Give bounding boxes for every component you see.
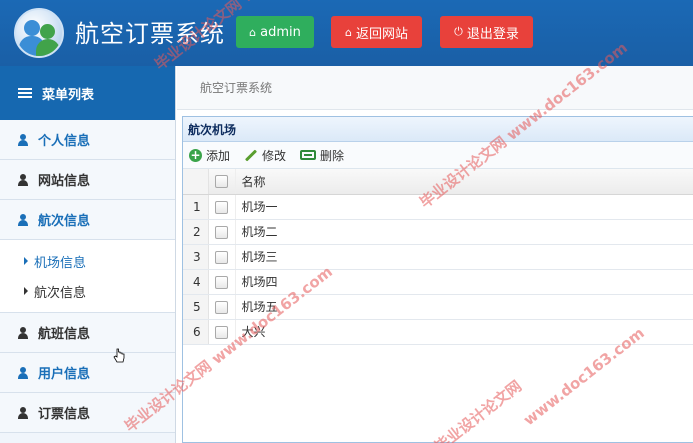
home-icon: ⌂ [345, 25, 352, 39]
sidebar-item-label: 订票信息 [38, 407, 91, 422]
site-title: 航空订票系统 [75, 20, 225, 48]
column-header-name[interactable]: 名称 [235, 169, 693, 195]
select-all-checkbox[interactable] [215, 175, 228, 189]
sidebar-item-label: 航次信息 [38, 214, 91, 229]
sidebar-item-site[interactable]: 网站信息 [0, 160, 175, 200]
breadcrumb: 航空订票系统 [177, 66, 693, 110]
row-name: 大兴 [235, 319, 693, 345]
sidebar-item-label: 网站信息 [38, 174, 91, 189]
row-checkbox[interactable] [215, 275, 228, 289]
menu-heading-label: 菜单列表 [42, 87, 95, 103]
pencil-icon [245, 148, 258, 162]
select-all-checkbox-cell [208, 169, 236, 195]
top-header: 航空订票系统 ⌂ admin ⌂ 返回网站 ⏻ 退出登录 [0, 0, 693, 66]
row-number: 6 [183, 319, 209, 345]
caret-right-icon [24, 257, 28, 265]
subitem-label: 机场信息 [34, 255, 87, 271]
row-name: 机场三 [235, 244, 693, 270]
row-checkbox[interactable] [215, 250, 228, 264]
row-name: 机场一 [235, 194, 693, 220]
row-checkbox[interactable] [215, 225, 228, 239]
logo-users-icon [14, 8, 64, 58]
row-checkbox-cell [208, 319, 236, 345]
row-name: 机场四 [235, 269, 693, 295]
delete-icon [300, 150, 317, 160]
sidebar-item-users[interactable]: 用户信息 [0, 353, 175, 393]
row-number: 5 [183, 294, 209, 320]
delete-label: 删除 [320, 148, 345, 163]
admin-button[interactable]: ⌂ admin [236, 16, 314, 48]
airport-table: 名称 1 机场一 2 机场二 3 机场三 4 机场四 5 机场五 6 大兴 [183, 169, 693, 345]
toolbar: + 添加 修改 删除 [183, 142, 693, 169]
sidebar-item-label: 个人信息 [38, 134, 91, 149]
sidebar-item-personal[interactable]: 个人信息 [0, 120, 175, 160]
hand-cursor-icon [113, 348, 125, 363]
add-button[interactable]: + 添加 [189, 147, 230, 164]
user-icon [18, 326, 28, 339]
sidebar-subitem-airport[interactable]: 机场信息 [0, 246, 175, 276]
logout-label: 退出登录 [466, 26, 519, 42]
back-label: 返回网站 [355, 26, 408, 42]
row-number: 2 [183, 219, 209, 245]
back-to-site-button[interactable]: ⌂ 返回网站 [331, 16, 422, 48]
plus-icon: + [189, 147, 202, 162]
row-number: 4 [183, 269, 209, 295]
sidebar-item-label: 航班信息 [38, 327, 91, 342]
panel-title: 航次机场 [183, 117, 693, 142]
home-icon: ⌂ [249, 25, 257, 39]
sidebar-item-booking[interactable]: 订票信息 [0, 393, 175, 433]
row-checkbox-cell [208, 244, 236, 270]
edit-label: 修改 [262, 148, 287, 163]
list-icon [18, 87, 32, 99]
row-checkbox[interactable] [215, 325, 228, 339]
breadcrumb-text: 航空订票系统 [200, 81, 273, 95]
row-checkbox-cell [208, 194, 236, 220]
user-icon [18, 213, 28, 226]
sidebar-item-flight[interactable]: 航班信息 [0, 313, 175, 353]
row-name: 机场五 [235, 294, 693, 320]
table-header-row: 名称 [183, 169, 693, 195]
row-number: 3 [183, 244, 209, 270]
subitem-label: 航次信息 [34, 285, 87, 301]
row-checkbox-cell [208, 269, 236, 295]
table-row[interactable]: 1 机场一 [183, 194, 693, 220]
add-label: 添加 [206, 148, 231, 163]
delete-button[interactable]: 删除 [300, 147, 344, 164]
row-checkbox-cell [208, 294, 236, 320]
table-row[interactable]: 3 机场三 [183, 244, 693, 270]
caret-right-icon [24, 287, 28, 295]
admin-label: admin [260, 24, 301, 40]
sidebar-item-label: 用户信息 [38, 367, 91, 382]
table-row[interactable]: 5 机场五 [183, 294, 693, 320]
user-icon [18, 366, 28, 379]
sidebar: 菜单列表 个人信息 网站信息 航次信息 机场信息 航次信息 航班信息 用户信息 … [0, 66, 176, 443]
row-checkbox-cell [208, 219, 236, 245]
sidebar-submenu: 机场信息 航次信息 [0, 240, 175, 313]
sidebar-subitem-voyage[interactable]: 航次信息 [0, 276, 175, 306]
edit-button[interactable]: 修改 [244, 147, 286, 164]
table-row[interactable]: 6 大兴 [183, 319, 693, 345]
user-icon [18, 406, 28, 419]
airport-panel: 航次机场 + 添加 修改 删除 名称 1 机场一 2 机场二 3 机场三 4 机… [182, 116, 693, 443]
table-row[interactable]: 2 机场二 [183, 219, 693, 245]
user-icon [18, 173, 28, 186]
row-checkbox[interactable] [215, 300, 228, 314]
row-checkbox[interactable] [215, 200, 228, 214]
user-icon [18, 133, 28, 146]
row-name: 机场二 [235, 219, 693, 245]
row-number: 1 [183, 194, 209, 220]
power-icon: ⏻ [454, 25, 463, 38]
sidebar-item-voyage[interactable]: 航次信息 [0, 200, 175, 240]
logout-button[interactable]: ⏻ 退出登录 [440, 16, 533, 48]
row-number-header [183, 169, 209, 195]
menu-heading: 菜单列表 [0, 66, 175, 120]
table-row[interactable]: 4 机场四 [183, 269, 693, 295]
